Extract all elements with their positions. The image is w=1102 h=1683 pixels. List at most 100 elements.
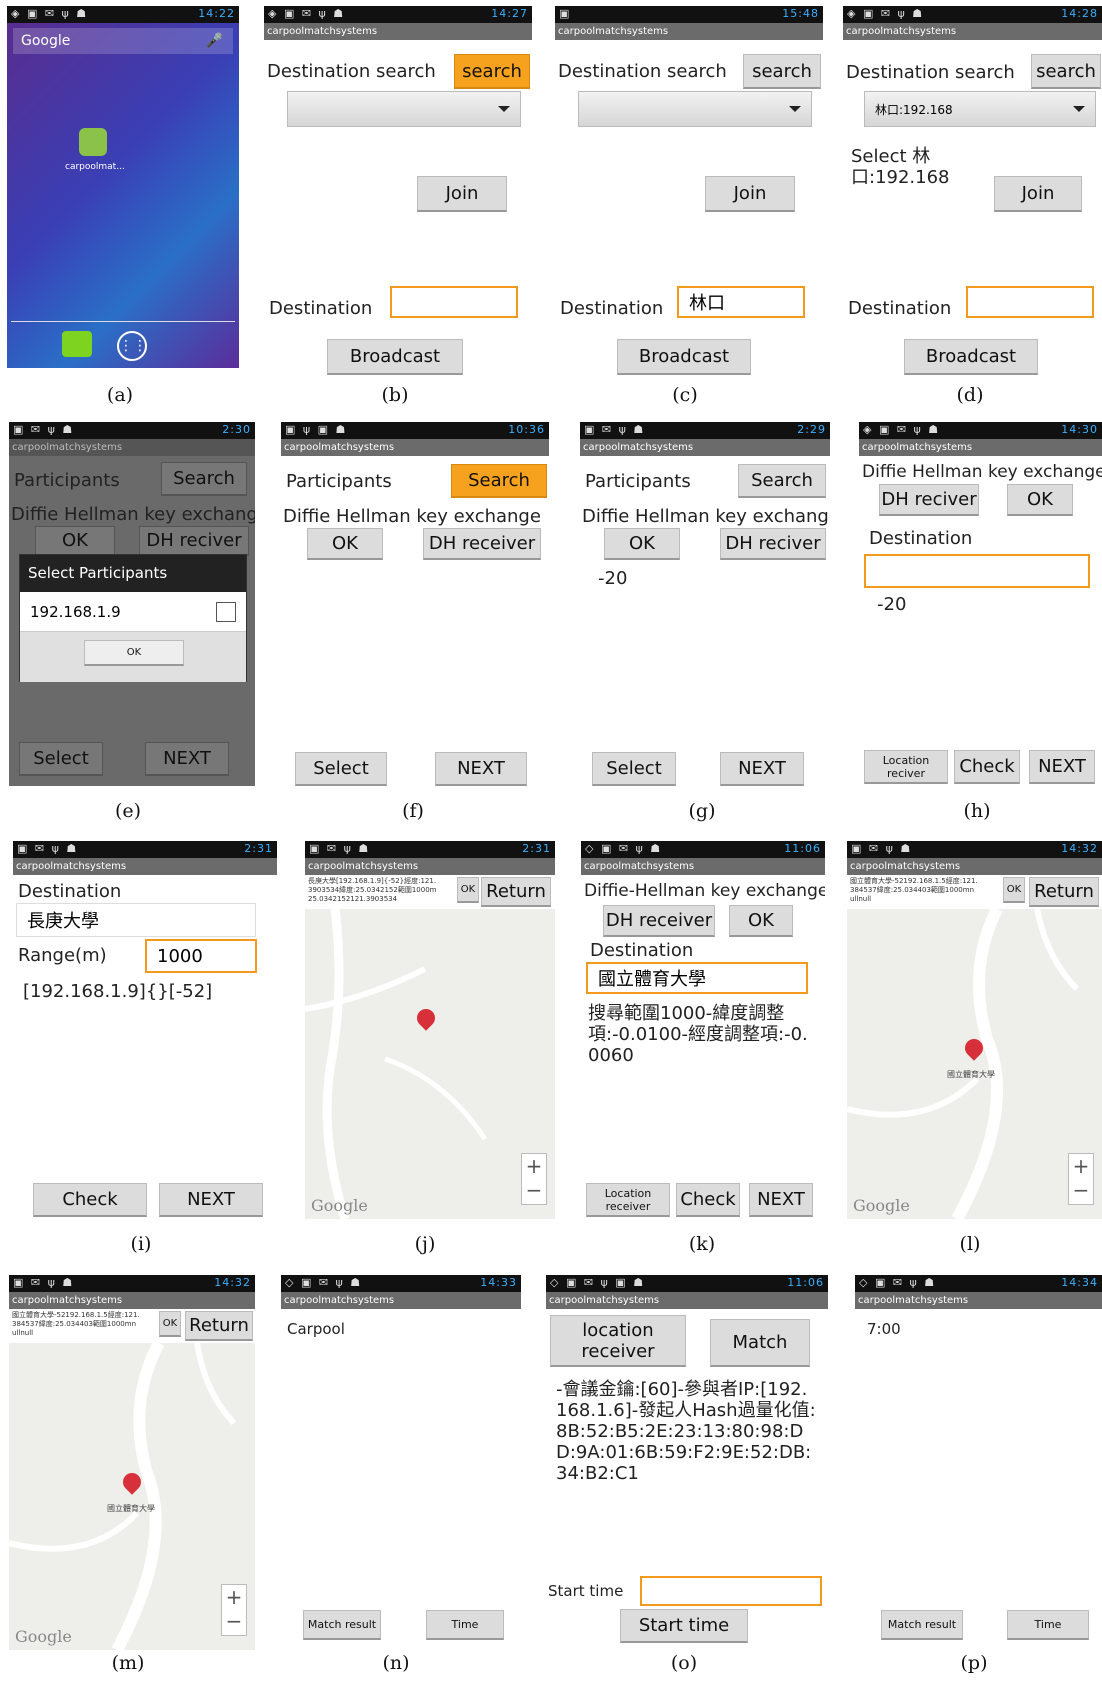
- zoom-control[interactable]: + −: [521, 1153, 547, 1205]
- location-receiver-button[interactable]: location receiver: [550, 1315, 686, 1367]
- caption-c: (c): [672, 384, 698, 406]
- ok-button[interactable]: OK: [159, 1311, 181, 1337]
- destination-input[interactable]: 林口: [677, 286, 805, 318]
- next-button[interactable]: NEXT: [145, 742, 229, 776]
- ok-button[interactable]: OK: [729, 905, 793, 937]
- check-button[interactable]: Check: [676, 1183, 740, 1217]
- zoom-control[interactable]: + −: [221, 1584, 247, 1636]
- ok-button[interactable]: OK: [307, 528, 383, 560]
- start-time-button[interactable]: Start time: [620, 1609, 748, 1643]
- ok-button[interactable]: OK: [457, 877, 479, 903]
- google-logo: Google: [15, 1627, 72, 1646]
- join-button[interactable]: Join: [994, 176, 1082, 212]
- app-title-bar: carpoolmatchsystems: [580, 439, 830, 456]
- app-icon[interactable]: [79, 128, 107, 156]
- next-button[interactable]: NEXT: [159, 1183, 263, 1217]
- google-search-bar[interactable]: Google 🎤: [13, 28, 233, 54]
- ok-button[interactable]: OK: [35, 526, 115, 556]
- dh-receiver-button[interactable]: DH reciver: [139, 526, 249, 556]
- app-title-bar: carpoolmatchsystems: [13, 858, 277, 875]
- app-title-bar: carpoolmatchsystems: [264, 23, 532, 40]
- ok-button[interactable]: OK: [604, 528, 680, 560]
- search-button[interactable]: Search: [451, 464, 547, 498]
- destination-search-label: Destination search: [558, 61, 727, 82]
- broadcast-button[interactable]: Broadcast: [904, 339, 1038, 375]
- location-receiver-button[interactable]: Location reciver: [864, 750, 948, 784]
- ok-button[interactable]: OK: [1007, 484, 1073, 516]
- messaging-icon[interactable]: [62, 331, 92, 357]
- time-button[interactable]: Time: [426, 1610, 504, 1640]
- screen-c: ▣ 15:48 carpoolmatchsystems Destination s…: [555, 6, 823, 376]
- join-button[interactable]: Join: [705, 176, 795, 212]
- chevron-down-icon: [498, 106, 510, 112]
- return-button[interactable]: Return: [185, 1311, 253, 1341]
- destination-spinner[interactable]: [287, 91, 521, 127]
- info-text: 國立體育大學-52192.168.1.5經度:121.384537緯度:25.0…: [12, 1311, 140, 1337]
- map-view[interactable]: 國立體育大學 + − Google: [847, 909, 1102, 1219]
- select-participants-dialog: Select Participants 192.168.1.9 OK: [19, 554, 247, 682]
- time-button[interactable]: Time: [1007, 1610, 1089, 1640]
- destination-spinner[interactable]: 林口:192.168: [864, 91, 1096, 127]
- check-button[interactable]: Check: [33, 1183, 147, 1217]
- next-button[interactable]: NEXT: [435, 752, 527, 786]
- microphone-icon[interactable]: 🎤: [206, 28, 223, 54]
- select-button[interactable]: Select: [295, 752, 387, 786]
- dialog-item[interactable]: 192.168.1.9: [20, 592, 246, 632]
- return-button[interactable]: Return: [1029, 877, 1099, 907]
- dialog-ok-button[interactable]: OK: [84, 640, 184, 666]
- screen-j: ▣ ✉ ψ ☗ 2:31 carpoolmatchsystems 長庚大學[192…: [305, 841, 555, 1219]
- start-time-input[interactable]: [640, 1576, 822, 1606]
- join-button[interactable]: Join: [417, 176, 507, 212]
- chevron-down-icon: [789, 106, 801, 112]
- match-button[interactable]: Match: [710, 1319, 810, 1367]
- value-text: -20: [598, 568, 628, 589]
- next-button[interactable]: NEXT: [749, 1183, 813, 1217]
- destination-spinner[interactable]: [578, 91, 812, 127]
- app-title-bar: carpoolmatchsystems: [9, 1292, 255, 1309]
- checkbox[interactable]: [216, 602, 236, 622]
- dh-receiver-button[interactable]: DH receiver: [603, 905, 715, 937]
- search-button[interactable]: search: [454, 54, 530, 89]
- match-result-button[interactable]: Match result: [303, 1610, 381, 1640]
- participants-label: Participants: [585, 471, 691, 492]
- map-view[interactable]: 國立體育大學 + − Google: [9, 1343, 255, 1650]
- map-view[interactable]: + − Google: [305, 909, 555, 1219]
- destination-label: Destination: [590, 940, 694, 961]
- app-title-bar: carpoolmatchsystems: [9, 439, 255, 456]
- match-result-button[interactable]: Match result: [881, 1610, 963, 1640]
- destination-input[interactable]: [864, 554, 1090, 588]
- next-button[interactable]: NEXT: [1029, 750, 1095, 784]
- destination-input[interactable]: 國立體育大學: [586, 962, 808, 994]
- search-button[interactable]: Search: [161, 462, 247, 496]
- destination-input[interactable]: [390, 286, 518, 318]
- select-button[interactable]: Select: [592, 752, 676, 786]
- broadcast-button[interactable]: Broadcast: [327, 339, 463, 375]
- check-button[interactable]: Check: [954, 750, 1020, 784]
- destination-input[interactable]: [966, 286, 1094, 318]
- search-button[interactable]: search: [743, 54, 821, 89]
- app-title-bar: carpoolmatchsystems: [581, 858, 825, 875]
- ok-button[interactable]: OK: [1003, 877, 1025, 903]
- dh-label: Diffie Hellman key exchange: [862, 462, 1102, 482]
- dh-receiver-button[interactable]: DH reciver: [879, 484, 979, 516]
- dh-receiver-button[interactable]: DH receiver: [423, 528, 541, 560]
- map-roads: [9, 1343, 237, 1650]
- return-button[interactable]: Return: [481, 877, 551, 907]
- search-button[interactable]: Search: [738, 464, 826, 498]
- next-button[interactable]: NEXT: [720, 752, 804, 786]
- location-receiver-button[interactable]: Location receiver: [586, 1183, 670, 1217]
- range-input[interactable]: 1000: [145, 939, 257, 973]
- result-text: [192.168.1.9]{}[-52]: [23, 981, 213, 1002]
- zoom-control[interactable]: + −: [1068, 1153, 1094, 1205]
- search-button[interactable]: search: [1031, 54, 1101, 89]
- status-bar: ▣ ✉ ψ ☗ 14:32: [847, 841, 1102, 858]
- dh-label: Diffie Hellman key exchange: [11, 504, 255, 525]
- select-button[interactable]: Select: [19, 742, 103, 776]
- dh-receiver-button[interactable]: DH reciver: [720, 528, 826, 560]
- destination-input[interactable]: 長庚大學: [16, 903, 256, 937]
- result-text: -會議金鑰:[60]-參與者IP:[192.168.1.6]-發起人Hash過量…: [556, 1379, 816, 1484]
- broadcast-button[interactable]: Broadcast: [617, 339, 751, 375]
- time-value: 7:00: [867, 1320, 901, 1338]
- app-drawer-icon[interactable]: ⋮⋮: [117, 331, 147, 361]
- carpool-label: Carpool: [287, 1320, 345, 1338]
